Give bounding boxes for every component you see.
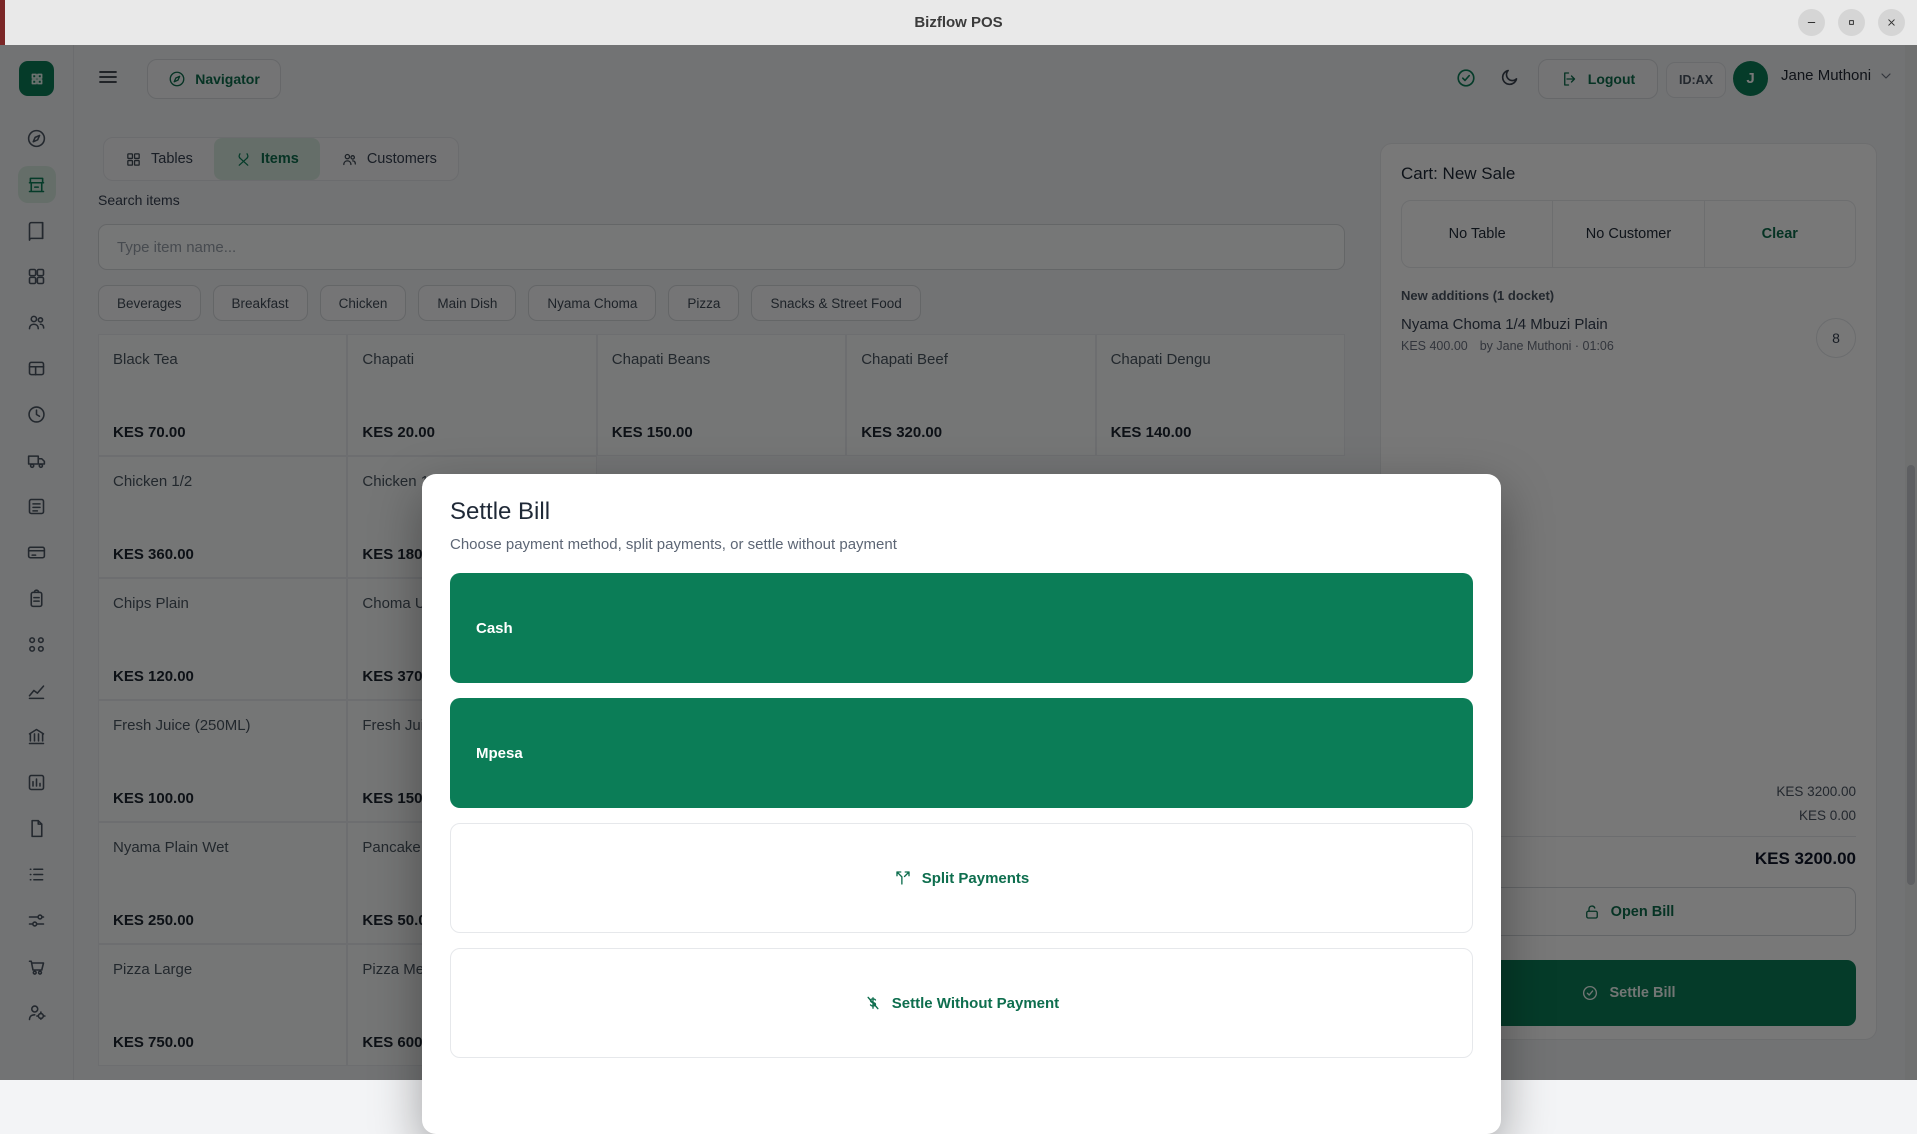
close-icon xyxy=(1885,16,1898,29)
split-icon xyxy=(894,869,912,887)
maximize-icon xyxy=(1845,16,1858,29)
payment-method-label: Split Payments xyxy=(922,870,1030,887)
no-payment-icon xyxy=(864,994,882,1012)
payment-methods: Cash Mpesa Split Payments Settle Without Pa… xyxy=(450,573,1473,1058)
split-payments-button[interactable]: Split Payments xyxy=(450,823,1473,933)
minimize-button[interactable] xyxy=(1798,9,1825,36)
modal-title: Settle Bill xyxy=(450,498,1473,526)
mpesa-button[interactable]: Mpesa xyxy=(450,698,1473,808)
settle-without-payment-button[interactable]: Settle Without Payment xyxy=(450,948,1473,1058)
no-payment-icon xyxy=(864,994,882,1012)
minimize-icon xyxy=(1805,16,1818,29)
settle-bill-modal: Settle Bill Choose payment method, split… xyxy=(422,474,1501,1134)
split-icon xyxy=(894,869,912,887)
window-titlebar: Bizflow POS xyxy=(0,0,1917,45)
payment-method-label: Mpesa xyxy=(476,745,523,762)
maximize-button[interactable] xyxy=(1838,9,1865,36)
payment-method-label: Settle Without Payment xyxy=(892,995,1059,1012)
cash-button[interactable]: Cash xyxy=(450,573,1473,683)
payment-method-label: Cash xyxy=(476,620,513,637)
close-button[interactable] xyxy=(1878,9,1905,36)
window-title: Bizflow POS xyxy=(0,0,1917,45)
window-controls xyxy=(1798,9,1905,36)
modal-subtitle: Choose payment method, split payments, o… xyxy=(450,536,1473,553)
